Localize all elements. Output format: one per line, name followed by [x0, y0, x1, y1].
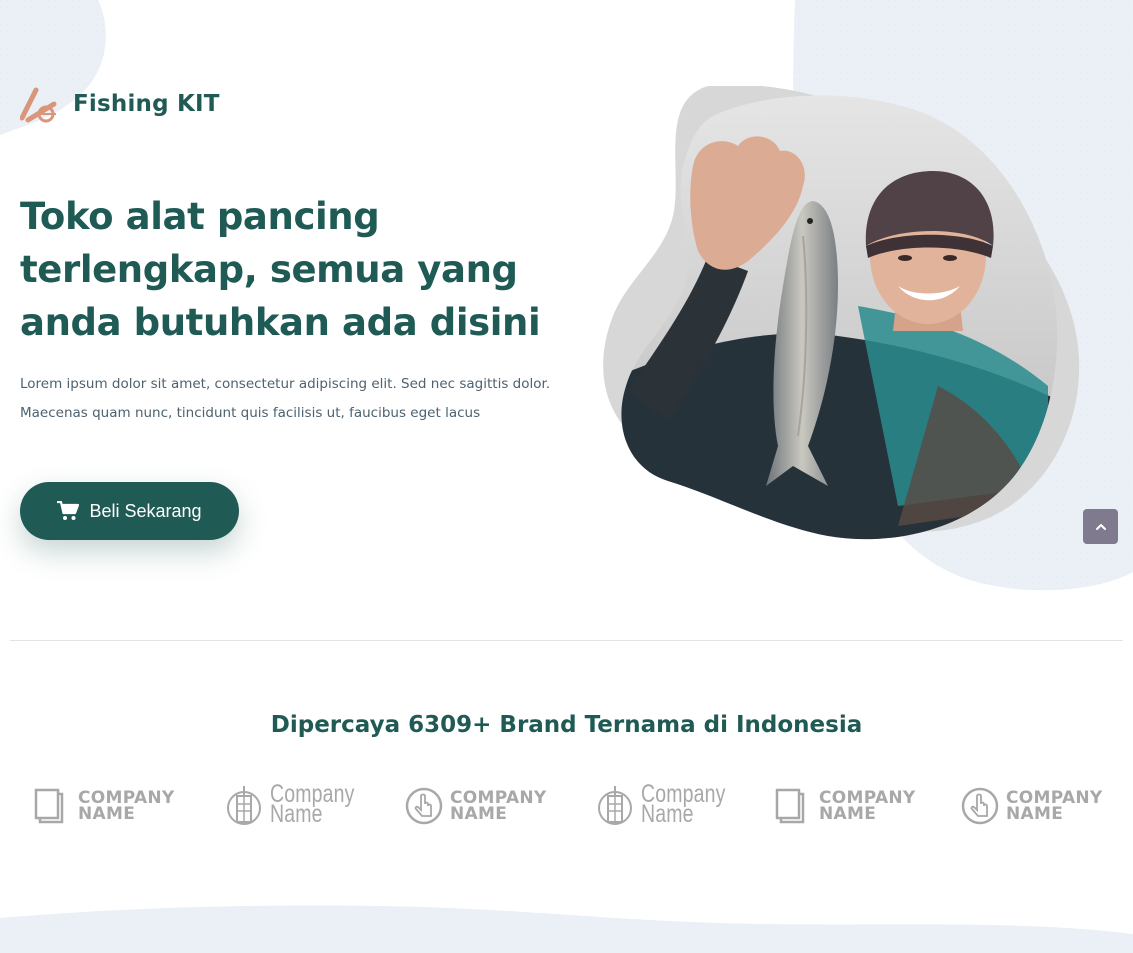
site-header: Fishing KIT: [20, 84, 220, 124]
partner-logo: Company Name: [224, 782, 378, 827]
building-icon: [227, 786, 261, 825]
hero-title: Toko alat pancing terlengkap, semua yang…: [20, 195, 541, 344]
fishing-rod-icon[interactable]: [20, 84, 62, 124]
section-divider: [10, 640, 1123, 641]
partner-logo: COMPANY NAME: [773, 784, 916, 828]
partner-logo: Company Name: [595, 782, 749, 827]
pages-icon: [775, 788, 805, 824]
partner-logo: COMPANY NAME: [404, 784, 547, 828]
trust-section-title: Dipercaya 6309+ Brand Ternama di Indones…: [270, 712, 863, 738]
hero-description: Lorem ipsum dolor sit amet, consectetur …: [20, 376, 551, 421]
buy-now-button[interactable]: Beli Sekarang: [20, 482, 239, 540]
buy-now-label: Beli Sekarang: [89, 500, 202, 521]
partner-logo-line2: NAME: [819, 804, 877, 824]
partner-logo-line2: NAME: [78, 804, 136, 824]
bottom-wave: [0, 905, 1133, 953]
hero-image: [603, 86, 1080, 540]
partner-logo-line2: NAME: [1006, 804, 1064, 824]
scroll-to-top-button[interactable]: [1083, 509, 1118, 544]
partner-logo: COMPANY NAME: [32, 784, 175, 828]
brand-name[interactable]: Fishing KIT: [73, 91, 220, 117]
building-icon: [598, 786, 632, 825]
partner-logo: COMPANY NAME: [960, 784, 1103, 828]
pointer-icon: [961, 787, 999, 825]
pointer-icon: [405, 787, 443, 825]
pages-icon: [34, 788, 64, 824]
chevron-up-icon: [1095, 523, 1106, 530]
cart-icon: [57, 501, 80, 520]
partner-logo-line2: NAME: [450, 804, 508, 824]
